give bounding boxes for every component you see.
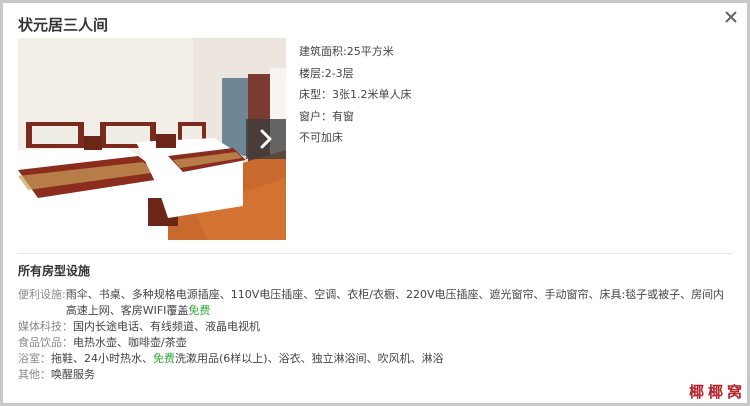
facility-value: 国内长途电话、有线频道、液晶电视机 (73, 320, 260, 333)
room-floor: 楼层:2-3层 (299, 66, 354, 80)
facilities-heading: 所有房型设施 (18, 264, 91, 278)
facility-text: 拖鞋、24小时热水、 (51, 352, 153, 365)
facility-value: 电热水壶、咖啡壶/茶壶 (73, 336, 187, 349)
room-extra-bed: 不可加床 (299, 131, 343, 144)
free-tag: 免费 (153, 352, 175, 365)
close-icon[interactable] (723, 9, 739, 25)
chevron-right-icon (260, 129, 272, 149)
room-detail-dialog: 状元居三人间 建筑面积:25平方米 楼层:2-3层 床型：3张1.2米单人床 窗… (3, 3, 747, 403)
facility-row-bathroom: 浴室： 拖鞋、24小时热水、免费洗漱用品(6样以上)、浴衣、独立淋浴间、吹风机、… (18, 351, 733, 367)
facility-text: 雨伞、书桌、多种规格电源插座、110V电压插座、空调、衣柜/衣橱、220V电压插… (65, 288, 725, 317)
facility-label: 食品饮品： (18, 336, 73, 349)
facilities-list: 便利设施: 雨伞、书桌、多种规格电源插座、110V电压插座、空调、衣柜/衣橱、2… (18, 287, 733, 383)
next-photo-button[interactable] (246, 119, 286, 159)
room-title: 状元居三人间 (18, 16, 109, 34)
facility-row-other: 其他： 唤醒服务 (18, 367, 733, 383)
site-watermark: 椰椰窝 (688, 383, 746, 401)
facility-label: 其他： (18, 368, 51, 381)
facility-label: 媒体科技： (18, 320, 73, 333)
room-bed-type: 床型：3张1.2米单人床 (299, 88, 412, 101)
facility-value: 唤醒服务 (51, 368, 95, 381)
facility-label: 便利设施: (18, 288, 66, 301)
facility-row-media: 媒体科技： 国内长途电话、有线频道、液晶电视机 (18, 319, 733, 335)
facility-label: 浴室： (18, 352, 51, 365)
room-info-list: 建筑面积:25平方米 楼层:2-3层 床型：3张1.2米单人床 窗户：有窗 不可… (299, 41, 412, 149)
facility-value: 拖鞋、24小时热水、免费洗漱用品(6样以上)、浴衣、独立淋浴间、吹风机、淋浴 (51, 351, 733, 367)
facility-value: 雨伞、书桌、多种规格电源插座、110V电压插座、空调、衣柜/衣橱、220V电压插… (66, 287, 733, 319)
facility-row-food: 食品饮品： 电热水壶、咖啡壶/茶壶 (18, 335, 733, 351)
room-window: 窗户：有窗 (299, 109, 354, 123)
divider (18, 253, 732, 254)
room-area: 建筑面积:25平方米 (299, 45, 394, 58)
free-tag: 免费 (188, 304, 211, 317)
facility-row-convenience: 便利设施: 雨伞、书桌、多种规格电源插座、110V电压插座、空调、衣柜/衣橱、2… (18, 287, 733, 319)
facility-text: 洗漱用品(6样以上)、浴衣、独立淋浴间、吹风机、淋浴 (175, 352, 444, 365)
